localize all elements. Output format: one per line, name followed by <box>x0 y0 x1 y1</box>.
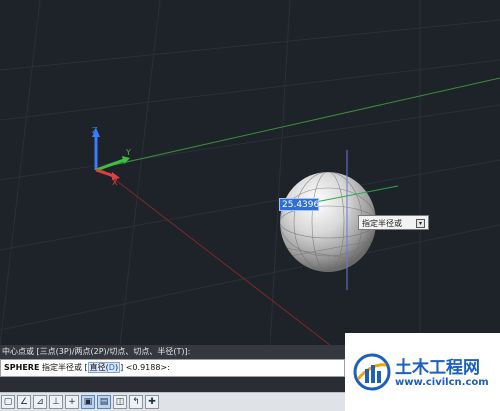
command-input-line[interactable]: SPHERE 指定半径或 [直径(D)] <0.9188>: <box>0 359 345 377</box>
option-diameter-close: ) <box>114 363 119 372</box>
dynamic-input-field[interactable]: 25.4396 <box>279 198 319 211</box>
drawing-viewport[interactable]: Z Y X 25.4396 指定半径或 ▾ <box>0 0 500 345</box>
civilcn-logo <box>353 353 391 391</box>
status-bar: ▢ ∠ ⊿ ⊥ + ▣ ▤ ◫ ↰ ✚ <box>0 392 345 411</box>
watermark-url: www.civilcn.com <box>395 377 489 388</box>
down-arrow-icon[interactable]: ▾ <box>416 219 425 228</box>
grid-display-icon[interactable]: ⊿ <box>33 395 47 409</box>
option-diameter[interactable]: 直径(D) <box>87 362 121 373</box>
option-diameter-label: 直径( <box>89 363 109 372</box>
3d-object-snap-icon[interactable]: ▤ <box>97 395 111 409</box>
command-area-strip <box>0 377 345 392</box>
object-snap-tracking-icon[interactable]: ◫ <box>113 395 127 409</box>
grid-lines <box>0 0 500 345</box>
watermark-brand: 土木工程网 <box>395 358 480 378</box>
dynamic-ucs-icon[interactable]: ↰ <box>129 395 143 409</box>
ortho-mode-icon[interactable]: ⊥ <box>49 395 63 409</box>
polar-tracking-icon[interactable]: + <box>65 395 79 409</box>
viewport-canvas: Z Y X <box>0 0 500 345</box>
command-suffix: ] <0.9188>: <box>120 363 170 372</box>
command-prompt: 指定半径或 [ <box>41 363 88 372</box>
watermark: 土木工程网 www.civilcn.com <box>345 333 500 411</box>
snap-mode-icon[interactable]: ∠ <box>17 395 31 409</box>
command-name: SPHERE <box>4 363 40 372</box>
object-snap-icon[interactable]: ▣ <box>81 395 95 409</box>
y-axis-line <box>99 77 500 169</box>
ucs-icon: Z Y X <box>92 126 131 187</box>
dynamic-input-icon[interactable]: ✚ <box>145 395 159 409</box>
prompt-tooltip-text: 指定半径或 <box>362 219 402 228</box>
ucs-x-label: X <box>112 178 118 187</box>
command-history-line: 中心点或 [三点(3P)/两点(2P)/切点、切点、半径(T)]: <box>0 345 345 359</box>
ucs-z-label: Z <box>92 126 98 135</box>
infer-constraints-icon[interactable]: ▢ <box>1 395 15 409</box>
ucs-y-label: Y <box>125 148 131 157</box>
prompt-tooltip: 指定半径或 ▾ <box>358 215 429 230</box>
